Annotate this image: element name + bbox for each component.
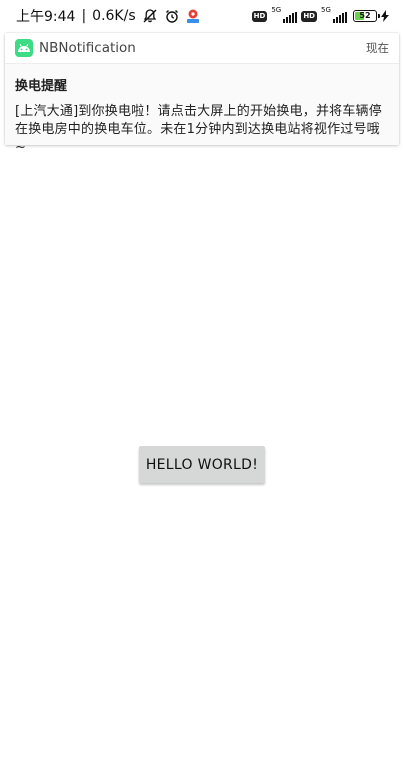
notification-body: 换电提醒 [上汽大通]到你换电啦！请点击大屏上的开始换电，并将车辆停在换电房中的… [5, 64, 399, 155]
network-speed: 0.6K/s [92, 8, 136, 24]
network-type-label-2: 5G [321, 6, 331, 14]
alarm-icon [164, 8, 180, 24]
notification-app-name: NBNotification [39, 40, 136, 56]
network-type-label: 5G [271, 6, 282, 14]
status-bar-left: 上午9:44 | 0.6K/s [16, 6, 200, 26]
mute-icon [142, 8, 158, 24]
battery-icon: 52 [353, 10, 380, 22]
hd-badge: HD [251, 10, 268, 22]
status-separator: | [81, 8, 87, 24]
charging-icon [381, 10, 389, 22]
android-app-icon [15, 39, 33, 57]
notification-title: 换电提醒 [15, 79, 68, 94]
battery-percent: 52 [359, 11, 371, 20]
signal-5g-icon-2: 5G [321, 6, 347, 24]
hello-world-button[interactable]: HELLO WORLD! [139, 446, 265, 483]
app-notification-icon [186, 8, 200, 24]
signal-5g-icon: 5G [271, 6, 298, 24]
notification-text: [上汽大通]到你换电啦！请点击大屏上的开始换电，并将车辆停在换电房中的换电车位。… [15, 104, 382, 155]
notification-header: NBNotification 现在 [5, 33, 399, 64]
hd-badge-2: HD [301, 10, 317, 22]
notification-card[interactable]: NBNotification 现在 换电提醒 [上汽大通]到你换电啦！请点击大屏… [5, 33, 399, 155]
status-bar-right: HD 5G HD 5G 52 [251, 6, 389, 24]
notification-time: 现在 [366, 41, 389, 55]
status-time: 上午9:44 [16, 9, 76, 25]
status-bar: 上午9:44 | 0.6K/s HD 5G HD 5G 52 [0, 0, 403, 32]
